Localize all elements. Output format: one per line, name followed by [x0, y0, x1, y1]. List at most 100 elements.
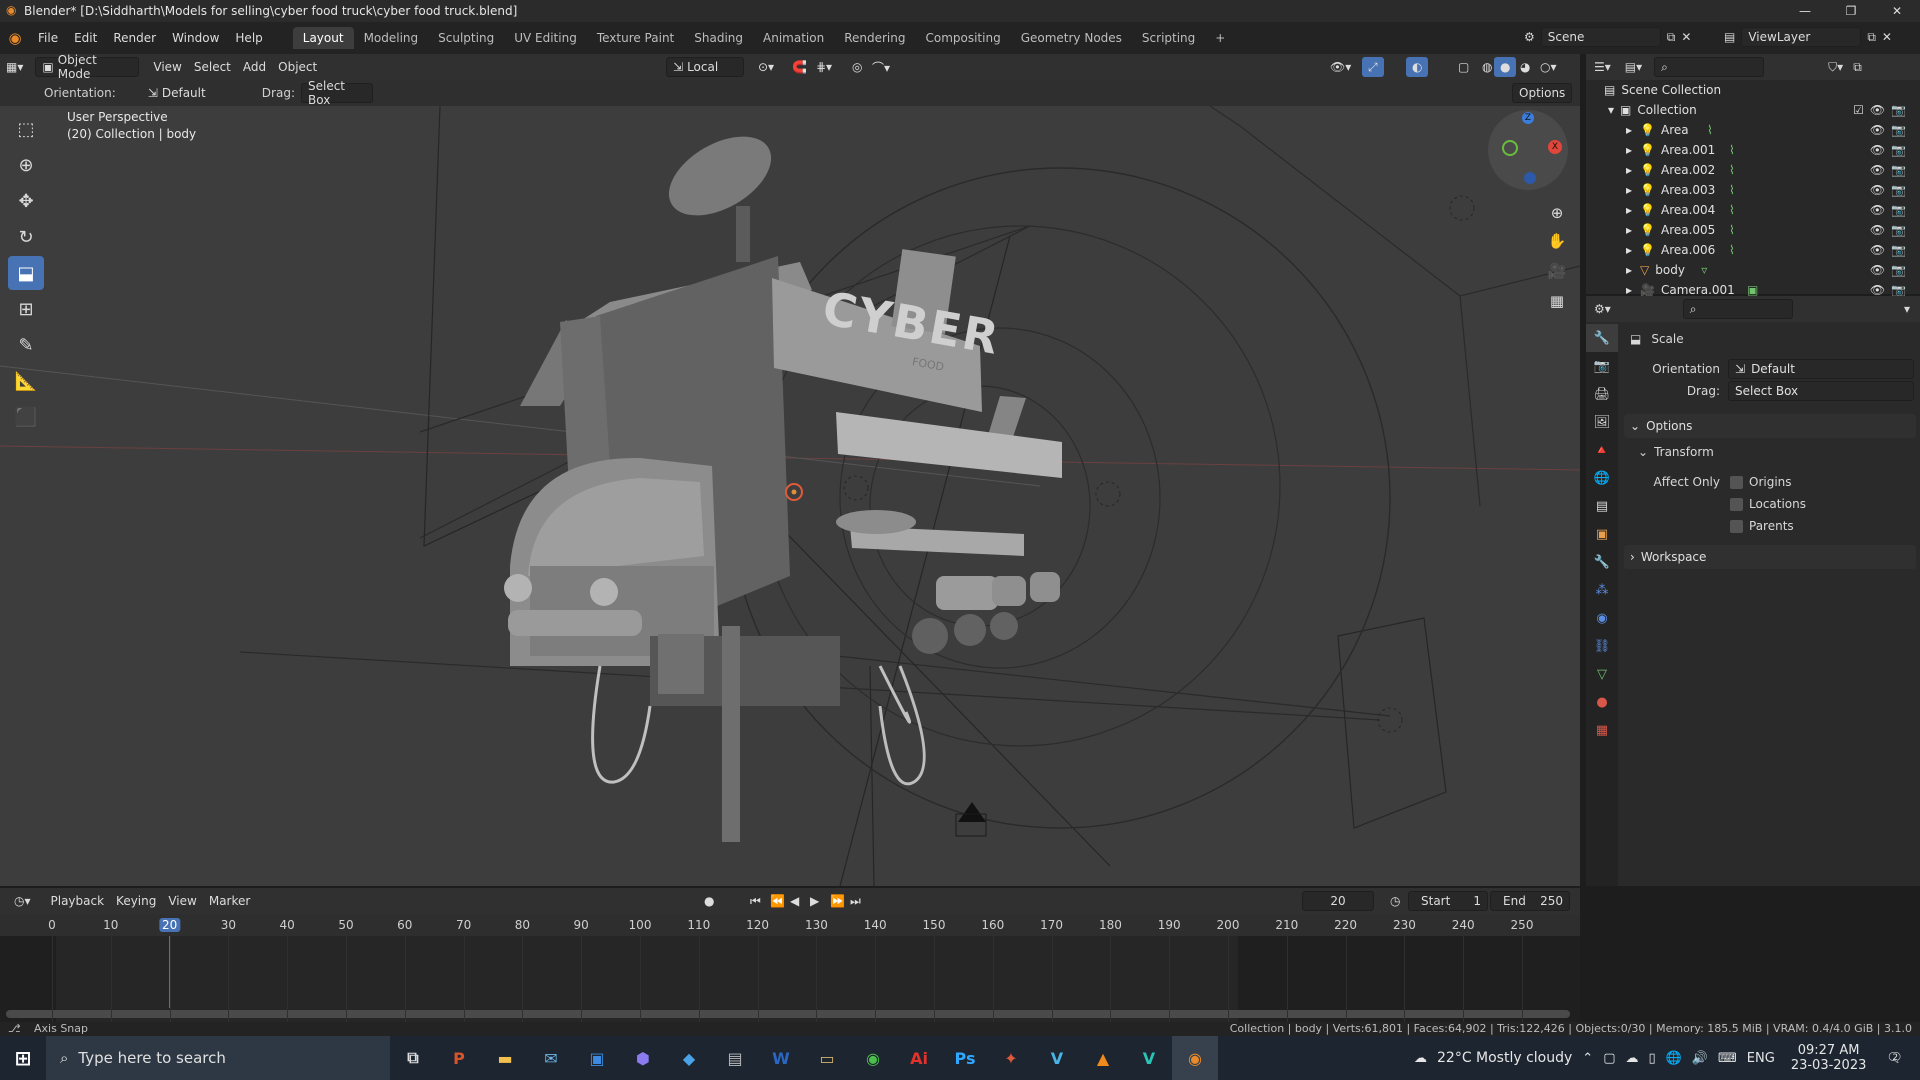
timeline-ruler[interactable]: 0 10 20 30 40 50 60 70 80 90 100 110 120 130 140 150 160… — [0, 914, 1580, 936]
tab-scripting[interactable]: Scripting — [1132, 27, 1205, 49]
expand-arrow-icon[interactable]: ▸ — [1626, 183, 1632, 197]
measure-tool-icon[interactable]: 📐 — [8, 364, 44, 398]
network-icon[interactable]: 🌐 — [1666, 1051, 1682, 1066]
list-item[interactable]: ▸ ▽ body ▿ 👁📷 — [1586, 260, 1920, 280]
app-gray-icon[interactable]: ▤ — [712, 1036, 758, 1080]
rendered-shading-icon[interactable]: ○▾ — [1534, 57, 1563, 77]
orientation-dropdown[interactable]: ⇲ Default — [1728, 359, 1914, 379]
photoshop-icon[interactable]: Ps — [942, 1036, 988, 1080]
file-explorer-icon[interactable]: ▬ — [482, 1036, 528, 1080]
app-files-icon[interactable]: ▭ — [804, 1036, 850, 1080]
expand-arrow-icon[interactable]: ▸ — [1626, 163, 1632, 177]
menu-help[interactable]: Help — [227, 31, 270, 45]
menu-playback[interactable]: Playback — [45, 891, 111, 911]
constraints-tab-icon[interactable]: ⛓ — [1586, 632, 1618, 660]
app-blue-icon[interactable]: ◆ — [666, 1036, 712, 1080]
list-item[interactable]: ▸ 💡 Area.002 ⌇ 👁📷 — [1586, 160, 1920, 180]
origins-checkbox[interactable] — [1730, 475, 1743, 489]
expand-arrow-icon[interactable]: ▸ — [1626, 223, 1632, 237]
x-axis-icon[interactable]: X — [1548, 140, 1562, 154]
weather-label[interactable]: 22°C Mostly cloudy — [1437, 1050, 1572, 1066]
z-axis-icon[interactable]: Z — [1522, 112, 1534, 124]
menu-keying[interactable]: Keying — [110, 891, 162, 911]
neg-z-axis-icon[interactable] — [1524, 172, 1536, 184]
material-tab-icon[interactable]: ● — [1586, 688, 1618, 716]
minimize-button[interactable]: — — [1782, 0, 1828, 22]
word-icon[interactable]: W — [758, 1036, 804, 1080]
camera-view-icon[interactable]: 🎥 — [1544, 258, 1570, 284]
list-item[interactable]: ▸ 💡 Area.005 ⌇ 👁📷 — [1586, 220, 1920, 240]
pivot-point-icon[interactable]: ⊙▾ — [752, 57, 780, 77]
list-item[interactable]: ▸ 💡 Area.003 ⌇ 👁📷 — [1586, 180, 1920, 200]
tray-app-icon[interactable]: ▢ — [1603, 1051, 1615, 1066]
move-tool-icon[interactable]: ✥ — [8, 184, 44, 218]
tab-shading[interactable]: Shading — [684, 27, 753, 49]
transform-subpanel-header[interactable]: ⌄ Transform — [1620, 441, 1920, 463]
tab-rendering[interactable]: Rendering — [834, 27, 915, 49]
jump-end-icon[interactable]: ⏭ — [844, 891, 867, 911]
tab-sculpting[interactable]: Sculpting — [428, 27, 504, 49]
menu-timeline-view[interactable]: View — [162, 891, 202, 911]
maximize-button[interactable]: ❐ — [1828, 0, 1874, 22]
drag-dropdown[interactable]: Select Box — [1728, 381, 1914, 401]
close-button[interactable]: ✕ — [1874, 0, 1920, 22]
delete-viewlayer-icon[interactable]: ✕ — [1882, 30, 1892, 44]
particles-tab-icon[interactable]: ⁂ — [1586, 576, 1618, 604]
task-view-icon[interactable]: ⧉ — [390, 1036, 436, 1080]
visibility-icons[interactable]: 👁📷 — [1870, 223, 1912, 237]
snap-icon[interactable]: 🧲 — [786, 57, 813, 77]
menu-select[interactable]: Select — [188, 57, 237, 77]
world-tab-icon[interactable]: 🌐 — [1586, 464, 1618, 492]
app-hex-icon[interactable]: ⬢ — [620, 1036, 666, 1080]
vlc-icon[interactable]: ▲ — [1080, 1036, 1126, 1080]
end-frame-field[interactable]: End 250 — [1490, 891, 1570, 911]
drag-dropdown[interactable]: Select Box — [300, 79, 373, 107]
output-tab-icon[interactable]: 🖨 — [1586, 380, 1618, 408]
view-layer-tab-icon[interactable]: 🖼 — [1586, 408, 1618, 436]
collection-row[interactable]: ▾ ▣ Collection ☑👁📷 — [1586, 100, 1920, 120]
new-scene-icon[interactable]: ⧉ — [1667, 30, 1676, 45]
menu-render[interactable]: Render — [105, 31, 164, 45]
falloff-icon[interactable]: ⌒▾ — [866, 57, 896, 77]
timeline-editor-icon[interactable]: ◷▾ — [8, 891, 37, 911]
list-item[interactable]: ▸ 💡 Area.001 ⌇ 👁📷 — [1586, 140, 1920, 160]
keyboard-icon[interactable]: ⌨ — [1718, 1051, 1737, 1066]
properties-options-icon[interactable]: ▾ — [1904, 302, 1910, 316]
overlay-icon[interactable]: ◐ — [1406, 57, 1429, 77]
menu-marker[interactable]: Marker — [203, 891, 256, 911]
visibility-icon[interactable]: 👁▾ — [1324, 57, 1357, 77]
tab-compositing[interactable]: Compositing — [915, 27, 1010, 49]
outliner-search-input[interactable]: ⌕ — [1654, 57, 1765, 77]
clock[interactable]: 09:27 AM 23-03-2023 — [1791, 1043, 1867, 1073]
app-red-icon[interactable]: ✦ — [988, 1036, 1034, 1080]
annotate-tool-icon[interactable]: ✎ — [8, 328, 44, 362]
tab-uv-editing[interactable]: UV Editing — [504, 27, 587, 49]
store-icon[interactable]: ▣ — [574, 1036, 620, 1080]
scene-name-field[interactable]: Scene — [1540, 27, 1661, 47]
blender-taskbar-icon[interactable]: ◉ — [1172, 1036, 1218, 1080]
onedrive-icon[interactable]: ☁ — [1626, 1051, 1639, 1066]
select-box-tool-icon[interactable]: ⬚ — [8, 112, 44, 146]
tab-geometry-nodes[interactable]: Geometry Nodes — [1011, 27, 1132, 49]
windows-start-icon[interactable]: ⊞ — [0, 1036, 46, 1080]
options-panel-header[interactable]: ⌄ Options — [1624, 414, 1916, 438]
object-tab-icon[interactable]: ▣ — [1586, 520, 1618, 548]
scene-collection-row[interactable]: ▤ Scene Collection — [1586, 80, 1920, 100]
acrobat-icon[interactable]: Ai — [896, 1036, 942, 1080]
language-label[interactable]: ENG — [1747, 1051, 1775, 1066]
visibility-icons[interactable]: 👁📷 — [1870, 203, 1912, 217]
visibility-icons[interactable]: 👁📷 — [1870, 283, 1912, 297]
y-axis-icon[interactable] — [1502, 140, 1518, 156]
menu-edit[interactable]: Edit — [66, 31, 105, 45]
expand-arrow-icon[interactable]: ▸ — [1626, 263, 1632, 277]
chrome-icon[interactable]: ◉ — [850, 1036, 896, 1080]
scene-tab-icon[interactable]: 🔺 — [1586, 436, 1618, 464]
start-frame-field[interactable]: Start 1 — [1408, 891, 1488, 911]
mail-app-icon[interactable]: ✉ — [528, 1036, 574, 1080]
expand-arrow-icon[interactable]: ▸ — [1626, 143, 1632, 157]
modifier-tab-icon[interactable]: 🔧 — [1586, 548, 1618, 576]
visibility-icons[interactable]: 👁📷 — [1870, 143, 1912, 157]
menu-object[interactable]: Object — [272, 57, 323, 77]
data-tab-icon[interactable]: ▽ — [1586, 660, 1618, 688]
powerpoint-icon[interactable]: P — [436, 1036, 482, 1080]
